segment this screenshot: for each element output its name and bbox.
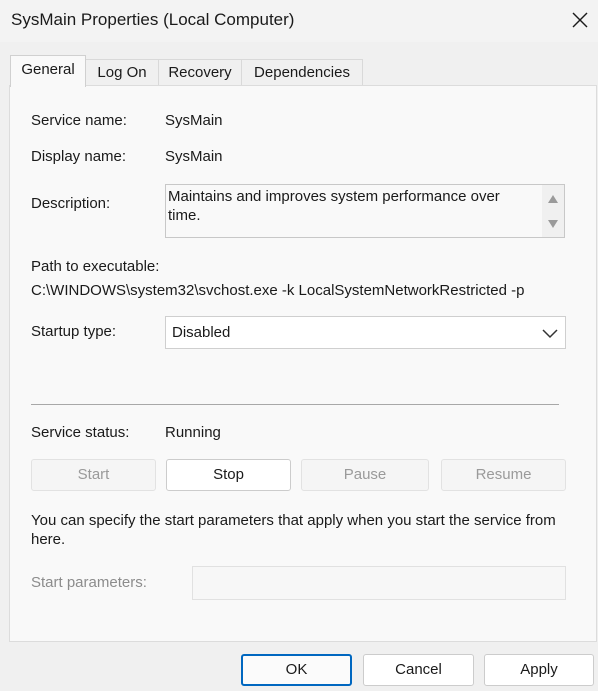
close-button[interactable] [566,6,594,34]
scroll-up-icon[interactable] [547,194,559,204]
title-bar: SysMain Properties (Local Computer) [0,0,598,42]
tab-dependencies[interactable]: Dependencies [241,59,363,86]
apply-button[interactable]: Apply [484,654,594,686]
display-name-value: SysMain [165,148,223,165]
description-box[interactable]: Maintains and improves system performanc… [165,184,565,238]
close-icon [572,12,588,28]
window-title: SysMain Properties (Local Computer) [11,10,295,29]
startup-type-label: Startup type: [31,323,117,340]
startup-type-select[interactable]: Disabled [165,316,566,349]
tab-recovery[interactable]: Recovery [158,59,242,86]
path-label: Path to executable: [31,258,160,275]
resume-button[interactable]: Resume [441,459,566,491]
pause-button[interactable]: Pause [301,459,429,491]
start-button[interactable]: Start [31,459,156,491]
description-text: Maintains and improves system performanc… [168,188,500,224]
general-panel [9,85,597,642]
start-params-label: Start parameters: [31,574,147,591]
start-params-info: You can specify the start parameters tha… [31,512,556,548]
service-status-label: Service status: [31,424,130,441]
cancel-button[interactable]: Cancel [363,654,474,686]
description-label: Description: [31,195,111,212]
start-params-input[interactable] [192,566,566,600]
path-value: C:\WINDOWS\system32\svchost.exe -k Local… [31,282,525,299]
separator [31,404,559,405]
description-scrollbar[interactable] [542,185,564,237]
tab-general[interactable]: General [10,55,86,87]
display-name-label: Display name: [31,148,127,165]
service-status-value: Running [165,424,221,441]
scroll-down-icon[interactable] [547,219,559,229]
tab-log-on[interactable]: Log On [85,59,159,86]
ok-button[interactable]: OK [241,654,352,686]
chevron-down-icon [542,329,558,339]
stop-button[interactable]: Stop [166,459,291,491]
startup-type-value: Disabled [172,324,231,341]
service-name-label: Service name: [31,112,127,129]
service-name-value: SysMain [165,112,223,129]
